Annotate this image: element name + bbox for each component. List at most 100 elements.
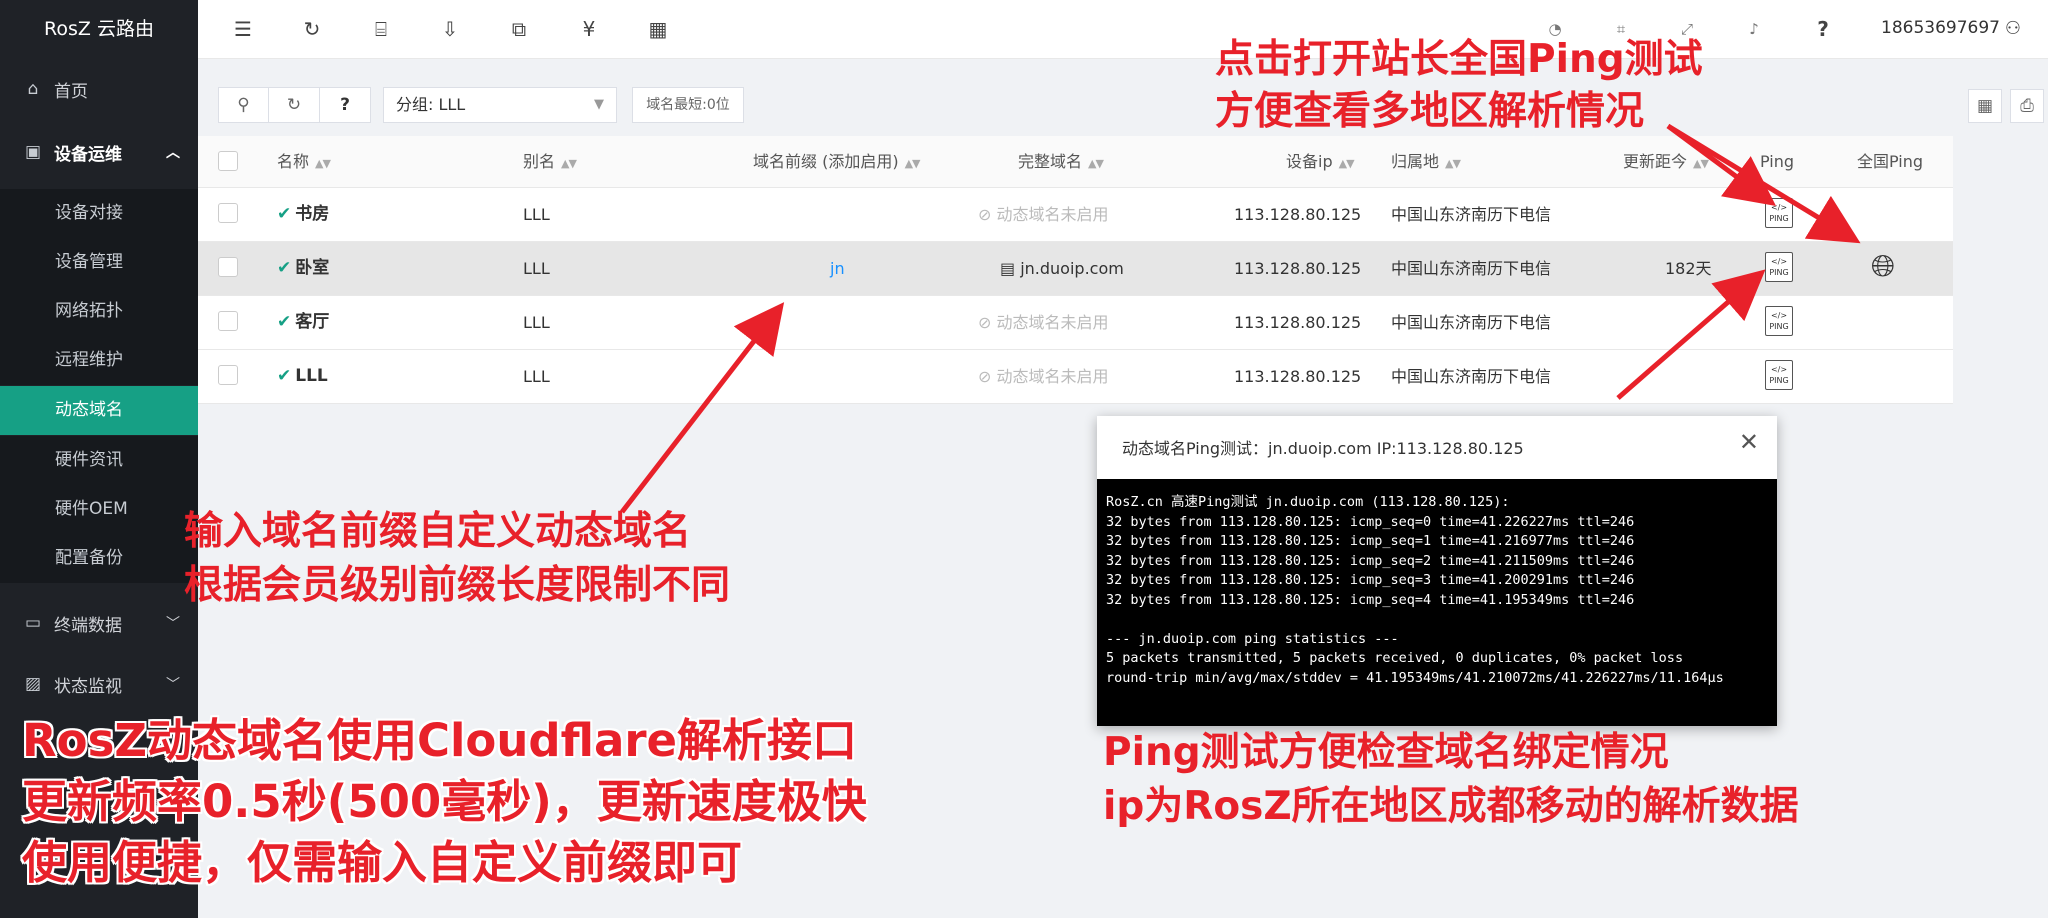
router-icon[interactable]: ⌸ (366, 14, 396, 44)
alias-cell: LLL (523, 313, 550, 332)
help-button[interactable]: ? (319, 87, 371, 123)
sidebar-item-config-backup[interactable]: 配置备份 (0, 534, 198, 583)
nav-home-label: 首页 (54, 81, 88, 102)
row-checkbox[interactable] (218, 311, 238, 331)
download-icon[interactable]: ⇩ (435, 14, 465, 44)
search-button[interactable]: ⚲ (218, 87, 269, 123)
full-domain-cell: ⊘ 动态域名未启用 (978, 205, 1109, 224)
print-icon: ⎙ (2020, 96, 2034, 116)
sidebar-item-hardware-oem[interactable]: 硬件OEM (0, 485, 198, 534)
chevron-down-icon: ﹀ (166, 616, 180, 632)
chevron-down-icon: ﹀ (166, 677, 180, 693)
device-name: ✔ 卧室 (277, 258, 330, 278)
nav-terminal-data-label: 终端数据 (54, 615, 122, 636)
sort-icon: ▲▼ (315, 157, 331, 170)
check-circle-icon: ✔ (277, 204, 292, 224)
ban-icon: ⊘ (978, 313, 997, 332)
monitor-icon: ▭ (24, 613, 42, 633)
refresh-icon[interactable]: ↻ (297, 14, 327, 44)
full-domain-cell: ⊘ 动态域名未启用 (978, 313, 1109, 332)
row-checkbox[interactable] (218, 203, 238, 223)
alias-cell: LLL (523, 205, 550, 224)
app-title: RosZ 云路由 (44, 18, 154, 40)
sort-icon: ▲▼ (904, 157, 921, 170)
sidebar-item-remote[interactable]: 远程维护 (0, 336, 198, 385)
ip-cell: 113.128.80.125 (1234, 259, 1362, 278)
grid-view-button[interactable]: ▦ (1968, 89, 2002, 123)
table-row[interactable]: ✔ 卧室 LLL jn ▤ jn.duoip.com 113.128.80.125… (198, 242, 1953, 296)
sort-icon: ▲▼ (1693, 157, 1709, 170)
yen-icon[interactable]: ¥ (574, 14, 604, 44)
check-circle-icon: ✔ (277, 366, 292, 386)
nav-device-ops[interactable]: ▣ 设备运维 ︿ (0, 127, 198, 177)
sidebar-item-ddns[interactable]: 动态域名 (0, 386, 198, 435)
nav-status-monitor-label: 状态监视 (54, 676, 122, 697)
image-icon: ▨ (24, 674, 42, 694)
device-name: ✔ LLL (277, 366, 328, 386)
nav-device-ops-label: 设备运维 (54, 144, 122, 165)
full-domain-cell[interactable]: ▤ jn.duoip.com (1000, 242, 1124, 295)
nav-terminal-data[interactable]: ▭ 终端数据 ﹀ (0, 598, 198, 648)
sort-icon: ▲▼ (1338, 157, 1355, 170)
calendar-icon[interactable]: ▦ (643, 14, 673, 44)
location-cell: 中国山东济南历下电信 (1391, 205, 1552, 224)
col-alias[interactable]: 别名 ▲▼ (523, 136, 577, 187)
location-cell: 中国山东济南历下电信 (1391, 313, 1552, 332)
col-ping: Ping (1760, 152, 1795, 171)
row-checkbox[interactable] (218, 257, 238, 277)
user-icon[interactable]: ⚇ (1998, 14, 2028, 44)
updated-cell: 182天 (1665, 259, 1712, 278)
help-icon[interactable]: ? (1808, 14, 1838, 44)
ping-dialog: 动态域名Ping测试：jn.duoip.com IP:113.128.80.12… (1097, 416, 1777, 726)
row-checkbox[interactable] (218, 365, 238, 385)
col-updated[interactable]: 更新距今 ▲▼ (1623, 136, 1709, 187)
col-name[interactable]: 名称 ▲▼ (277, 136, 331, 187)
sidebar-item-device-manage[interactable]: 设备管理 (0, 238, 198, 287)
print-button[interactable]: ⎙ (2010, 89, 2044, 123)
top-bar: ☰ ↻ ⌸ ⇩ ⧉ ¥ ▦ ◔ ⌗ ⤢ ♪ ? 18653697697 ⚇ (198, 0, 2048, 59)
nav-home[interactable]: ⌂ 首页 (0, 64, 198, 114)
sidebar-item-hardware-info[interactable]: 硬件资讯 (0, 436, 198, 485)
caret-down-icon: ▼ (594, 97, 604, 112)
check-circle-icon: ✔ (277, 258, 292, 278)
ping-icon[interactable]: </> PING (1765, 360, 1793, 390)
table-row[interactable]: ✔ 书房 LLL ⊘ 动态域名未启用 113.128.80.125 中国山东济南历… (198, 188, 1953, 242)
device-icon: ▣ (24, 142, 42, 162)
ping-icon[interactable]: </> PING (1765, 252, 1793, 282)
table-row[interactable]: ✔ LLL LLL ⊘ 动态域名未启用 113.128.80.125 中国山东济南… (198, 350, 1953, 404)
annotation-cloudflare: RosZ动态域名使用Cloudflare解析接口 更新频率0.5秒(500毫秒)… (22, 714, 867, 889)
sidebar-item-device-connect[interactable]: 设备对接 (0, 189, 198, 238)
min-length-badge: 域名最短:0位 (632, 87, 744, 123)
col-full-domain[interactable]: 完整域名 ▲▼ (1018, 136, 1104, 187)
sort-icon: ▲▼ (1088, 157, 1104, 170)
bell-icon[interactable]: ♪ (1739, 14, 1769, 44)
ban-icon: ⊘ (978, 367, 997, 386)
annotation-global-ping: 点击打开站长全国Ping测试 方便查看多地区解析情况 (1215, 37, 1703, 134)
annotation-ping-test: Ping测试方便检查域名绑定情况 ip为RosZ所在地区成都移动的解析数据 (1103, 730, 1799, 829)
col-global-ping: 全国Ping (1857, 152, 1924, 171)
location-cell: 中国山东济南历下电信 (1391, 367, 1552, 386)
sort-icon: ▲▼ (561, 157, 577, 170)
ping-icon[interactable]: </> PING (1765, 198, 1793, 228)
globe-icon[interactable]: 🌐︎ (1871, 250, 1895, 284)
close-icon[interactable]: ✕ (1739, 428, 1759, 456)
annotation-prefix: 输入域名前缀自定义动态域名 根据会员级别前缀长度限制不同 (184, 509, 731, 608)
user-account[interactable]: 18653697697 (1881, 18, 2000, 38)
refresh-button[interactable]: ↻ (268, 87, 320, 123)
ping-icon[interactable]: </> PING (1765, 306, 1793, 336)
col-prefix[interactable]: 域名前缀 (添加启用) ▲▼ (753, 136, 920, 187)
ip-cell: 113.128.80.125 (1234, 205, 1362, 224)
select-all-checkbox[interactable] (218, 151, 238, 171)
ip-cell: 113.128.80.125 (1234, 313, 1362, 332)
share-icon[interactable]: ⧉ (504, 14, 534, 44)
menu-collapse-icon[interactable]: ☰ (228, 14, 258, 44)
table-row[interactable]: ✔ 客厅 LLL ⊘ 动态域名未启用 113.128.80.125 中国山东济南历… (198, 296, 1953, 350)
col-device-ip[interactable]: 设备ip ▲▼ (1286, 136, 1355, 187)
sidebar-item-topology[interactable]: 网络拓扑 (0, 287, 198, 336)
location-cell: 中国山东济南历下电信 (1391, 259, 1552, 278)
group-select[interactable]: 分组: LLL ▼ (383, 87, 617, 123)
col-location[interactable]: 归属地 ▲▼ (1391, 136, 1461, 187)
nav-status-monitor[interactable]: ▨ 状态监视 ﹀ (0, 659, 198, 709)
group-select-value: 分组: LLL (396, 95, 466, 114)
prefix-cell[interactable]: jn (830, 242, 845, 295)
